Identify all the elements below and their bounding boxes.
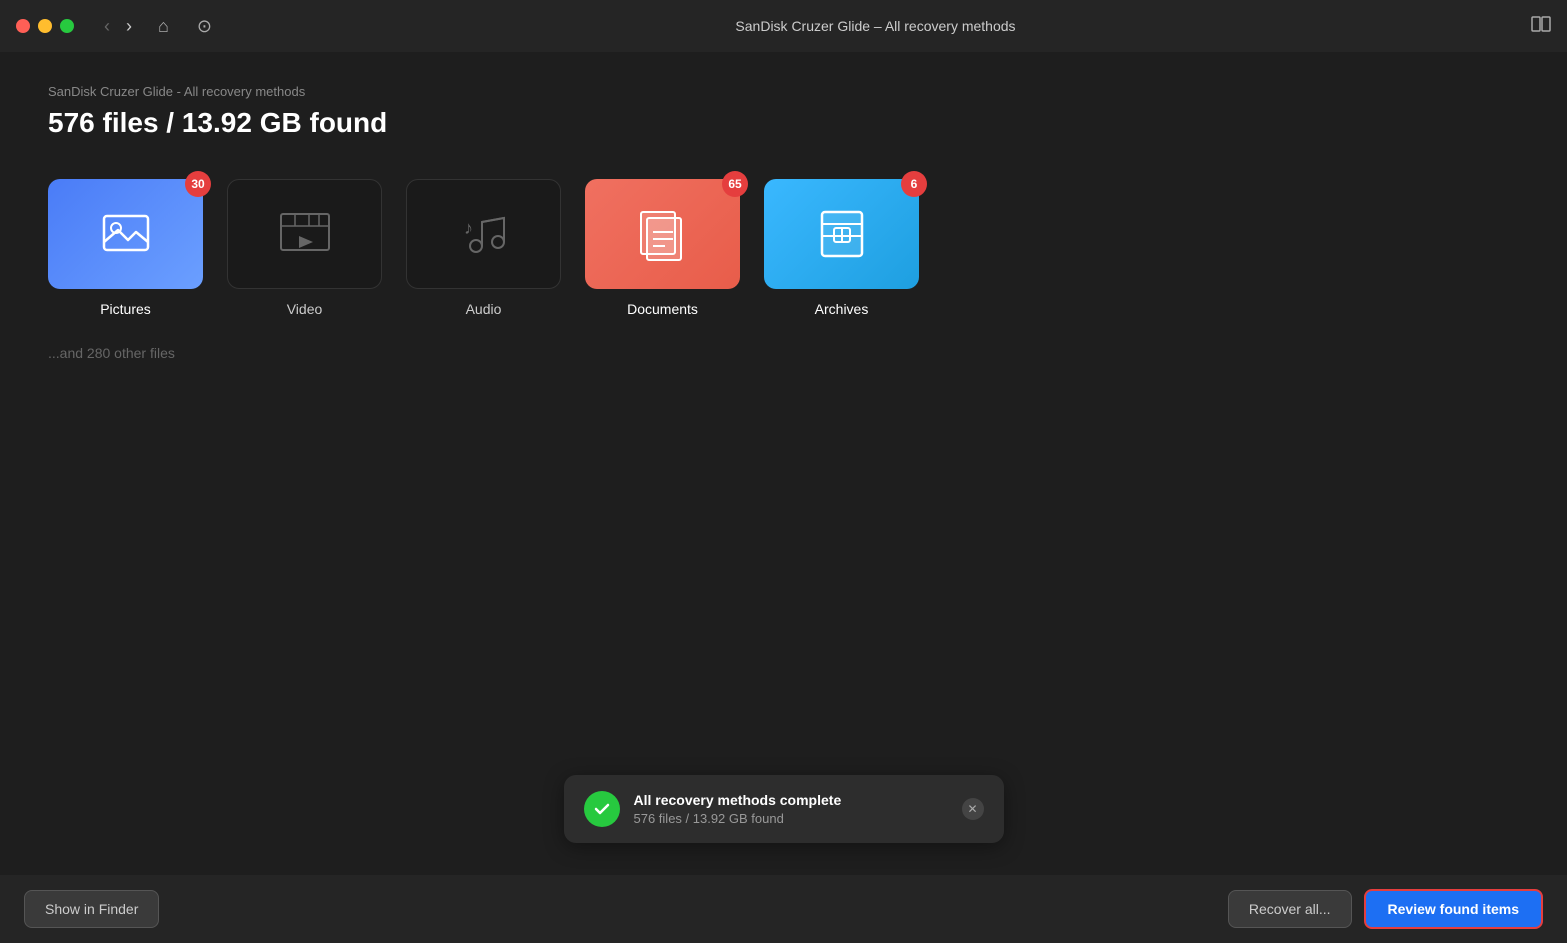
show-finder-button[interactable]: Show in Finder (24, 890, 159, 928)
minimize-button[interactable] (38, 19, 52, 33)
audio-label: Audio (466, 301, 502, 317)
main-content: SanDisk Cruzer Glide - All recovery meth… (0, 52, 1567, 393)
audio-icon: ♪ (454, 204, 514, 264)
home-button[interactable]: ⌂ (150, 12, 177, 41)
documents-icon (633, 204, 693, 264)
audio-icon-bg: ♪ (406, 179, 561, 289)
notification-close-button[interactable]: ✕ (962, 798, 984, 820)
breadcrumb: SanDisk Cruzer Glide - All recovery meth… (48, 84, 1519, 99)
video-icon (275, 204, 335, 264)
review-found-items-button[interactable]: Review found items (1364, 889, 1543, 929)
bottom-bar: Show in Finder Recover all... Review fou… (0, 875, 1567, 943)
notification-bar: All recovery methods complete 576 files … (564, 775, 1004, 843)
video-icon-bg (227, 179, 382, 289)
right-actions: Recover all... Review found items (1228, 889, 1543, 929)
other-files-label: ...and 280 other files (48, 345, 1519, 361)
pictures-badge: 30 (185, 171, 211, 197)
maximize-button[interactable] (60, 19, 74, 33)
recover-all-button[interactable]: Recover all... (1228, 890, 1352, 928)
documents-icon-bg (585, 179, 740, 289)
page-title: 576 files / 13.92 GB found (48, 107, 1519, 139)
categories-container: 30 Pictures Video (48, 179, 1519, 317)
success-icon (584, 791, 620, 827)
category-pictures[interactable]: 30 Pictures (48, 179, 203, 317)
archives-icon (812, 204, 872, 264)
titlebar-left: ‹ › ⌂ ⊙ (16, 12, 220, 41)
category-video[interactable]: Video (227, 179, 382, 317)
pictures-label: Pictures (100, 301, 151, 317)
category-audio[interactable]: ♪ Audio (406, 179, 561, 317)
archives-icon-bg (764, 179, 919, 289)
titlebar: ‹ › ⌂ ⊙ SanDisk Cruzer Glide – All recov… (0, 0, 1567, 52)
svg-text:♪: ♪ (464, 218, 473, 238)
history-button[interactable]: ⊙ (189, 12, 220, 41)
archives-label: Archives (815, 301, 869, 317)
nav-buttons: ‹ › (98, 12, 138, 41)
category-archives[interactable]: 6 Archives (764, 179, 919, 317)
traffic-lights (16, 19, 74, 33)
archives-badge: 6 (901, 171, 927, 197)
notification-text: All recovery methods complete 576 files … (634, 792, 948, 826)
documents-badge: 65 (722, 171, 748, 197)
back-button[interactable]: ‹ (98, 12, 116, 41)
notification-title: All recovery methods complete (634, 792, 948, 808)
forward-button[interactable]: › (120, 12, 138, 41)
video-label: Video (287, 301, 323, 317)
category-documents[interactable]: 65 Documents (585, 179, 740, 317)
notification-subtitle: 576 files / 13.92 GB found (634, 811, 948, 826)
window-title: SanDisk Cruzer Glide – All recovery meth… (735, 18, 1015, 34)
pictures-icon (96, 204, 156, 264)
book-icon[interactable] (1531, 16, 1551, 37)
titlebar-right (1531, 16, 1551, 37)
pictures-icon-bg (48, 179, 203, 289)
close-button[interactable] (16, 19, 30, 33)
documents-label: Documents (627, 301, 698, 317)
